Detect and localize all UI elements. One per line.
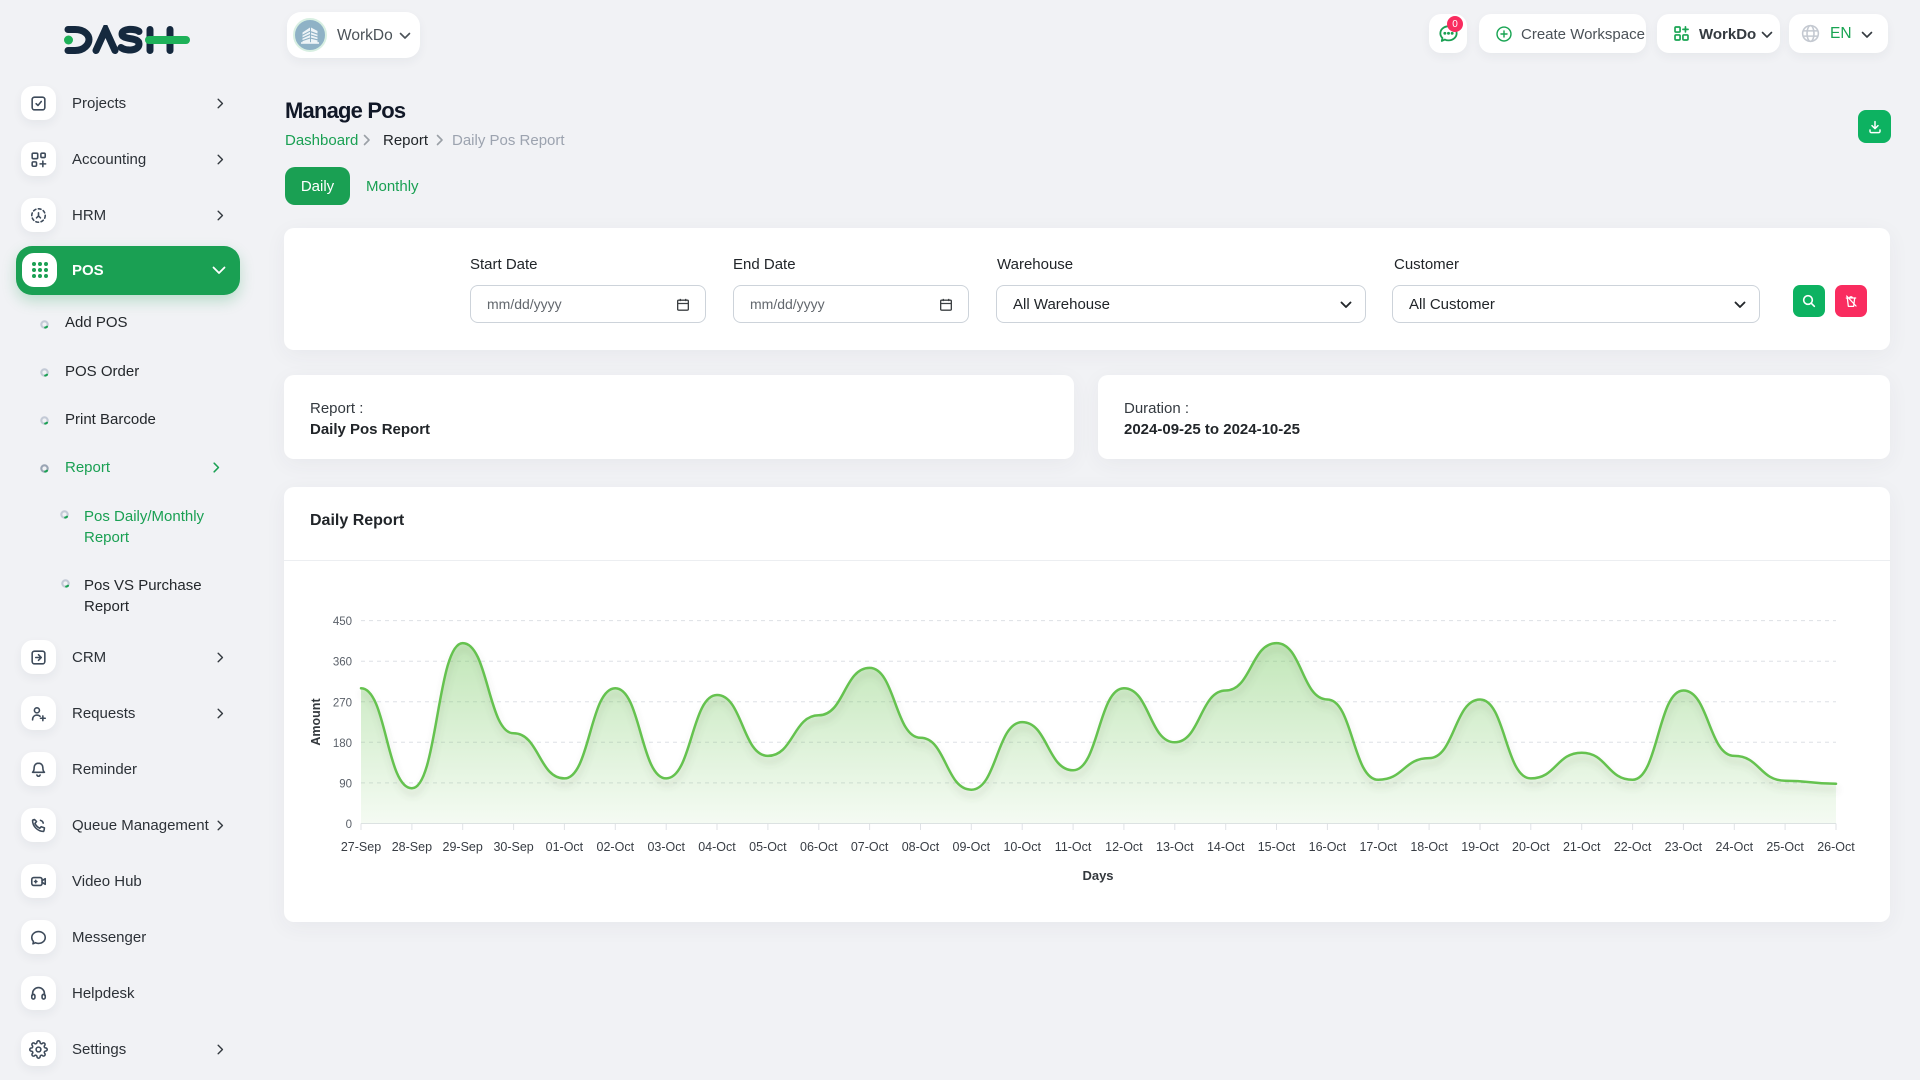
svg-text:Amount: Amount <box>309 698 323 746</box>
svg-text:27-Sep: 27-Sep <box>341 840 381 854</box>
svg-text:12-Oct: 12-Oct <box>1105 840 1143 854</box>
svg-text:28-Sep: 28-Sep <box>392 840 432 854</box>
svg-text:30-Sep: 30-Sep <box>493 840 533 854</box>
svg-text:19-Oct: 19-Oct <box>1461 840 1499 854</box>
svg-text:29-Sep: 29-Sep <box>443 840 483 854</box>
svg-text:03-Oct: 03-Oct <box>647 840 685 854</box>
svg-text:20-Oct: 20-Oct <box>1512 840 1550 854</box>
svg-text:26-Oct: 26-Oct <box>1817 840 1855 854</box>
svg-text:01-Oct: 01-Oct <box>546 840 584 854</box>
svg-text:07-Oct: 07-Oct <box>851 840 889 854</box>
svg-text:11-Oct: 11-Oct <box>1055 840 1092 854</box>
svg-text:16-Oct: 16-Oct <box>1309 840 1347 854</box>
svg-text:04-Oct: 04-Oct <box>698 840 736 854</box>
svg-text:360: 360 <box>333 657 352 669</box>
svg-text:17-Oct: 17-Oct <box>1359 840 1397 854</box>
svg-text:23-Oct: 23-Oct <box>1665 840 1703 854</box>
svg-text:05-Oct: 05-Oct <box>749 840 787 854</box>
svg-text:450: 450 <box>333 616 352 628</box>
svg-text:22-Oct: 22-Oct <box>1614 840 1652 854</box>
svg-text:270: 270 <box>333 697 352 709</box>
svg-text:90: 90 <box>339 778 352 790</box>
svg-text:21-Oct: 21-Oct <box>1563 840 1601 854</box>
svg-text:18-Oct: 18-Oct <box>1410 840 1448 854</box>
svg-text:180: 180 <box>333 738 352 750</box>
svg-text:25-Oct: 25-Oct <box>1766 840 1804 854</box>
svg-text:Days: Days <box>1082 868 1113 883</box>
svg-text:10-Oct: 10-Oct <box>1003 840 1041 854</box>
svg-text:06-Oct: 06-Oct <box>800 840 838 854</box>
svg-text:08-Oct: 08-Oct <box>902 840 940 854</box>
svg-text:09-Oct: 09-Oct <box>953 840 991 854</box>
svg-text:02-Oct: 02-Oct <box>597 840 635 854</box>
svg-text:24-Oct: 24-Oct <box>1716 840 1754 854</box>
svg-text:0: 0 <box>346 819 352 831</box>
svg-text:15-Oct: 15-Oct <box>1258 840 1296 854</box>
svg-text:14-Oct: 14-Oct <box>1207 840 1245 854</box>
svg-text:13-Oct: 13-Oct <box>1156 840 1194 854</box>
